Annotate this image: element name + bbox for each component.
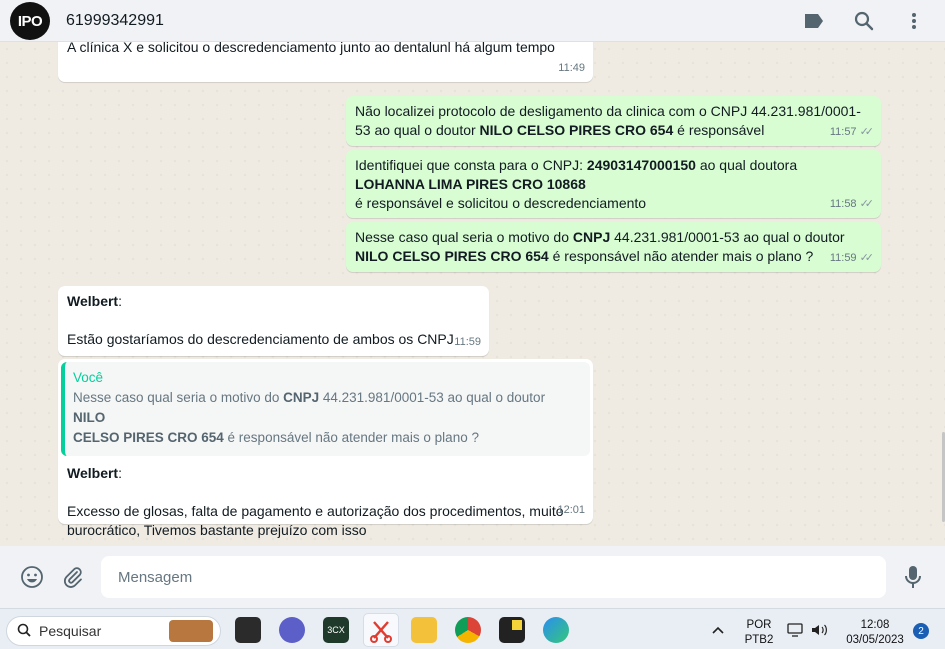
search-highlight-icon bbox=[169, 620, 213, 642]
message-time: 11:57 ✓✓ bbox=[830, 123, 875, 142]
message-incoming[interactable]: A clínica X e solicitou o descredenciame… bbox=[58, 42, 593, 82]
message-incoming-reply[interactable]: Você Nesse caso qual seria o motivo do C… bbox=[58, 359, 593, 538]
label-icon[interactable] bbox=[803, 10, 825, 32]
message-text: Identifiquei que consta para o CNPJ: 249… bbox=[355, 157, 798, 211]
attach-clip-icon[interactable] bbox=[60, 564, 86, 590]
message-text: Estão gostaríamos do descredenciamento d… bbox=[67, 331, 454, 347]
search-label: Pesquisar bbox=[39, 623, 102, 639]
message-outgoing[interactable]: Nesse caso qual seria o motivo do CNPJ 4… bbox=[346, 222, 881, 272]
message-input[interactable] bbox=[101, 556, 886, 598]
message-time: 12:01 bbox=[557, 504, 585, 516]
teams-icon[interactable] bbox=[279, 617, 305, 643]
chrome-icon[interactable] bbox=[455, 617, 481, 643]
message-sender: Welbert: bbox=[67, 293, 122, 309]
double-check-icon: ✓✓ bbox=[859, 198, 875, 210]
chat-header: IPO 61999342991 bbox=[0, 0, 945, 42]
quote-text: Nesse caso qual seria o motivo do CNPJ 4… bbox=[73, 390, 546, 445]
message-text: Não localizei protocolo de desligamento … bbox=[355, 103, 861, 138]
sticky-notes-icon[interactable] bbox=[499, 617, 525, 643]
3cx-icon[interactable]: 3CX bbox=[323, 617, 349, 643]
avatar-text: IPO bbox=[17, 12, 43, 30]
search-icon bbox=[17, 623, 31, 640]
tray-chevron-up-icon[interactable] bbox=[711, 622, 725, 640]
notification-badge[interactable]: 2 bbox=[913, 623, 929, 639]
quoted-message[interactable]: Você Nesse caso qual seria o motivo do C… bbox=[61, 362, 590, 456]
file-explorer-icon[interactable] bbox=[411, 617, 437, 643]
message-outgoing[interactable]: Não localizei protocolo de desligamento … bbox=[346, 96, 881, 146]
message-time: 11:58 ✓✓ bbox=[830, 195, 875, 214]
contact-avatar[interactable]: IPO bbox=[10, 2, 50, 40]
windows-taskbar: Pesquisar 3CX POR PTB2 12:08 03/05/2023 bbox=[0, 608, 945, 649]
microphone-icon[interactable] bbox=[900, 564, 926, 590]
double-check-icon: ✓✓ bbox=[859, 126, 875, 138]
system-clock[interactable]: 12:08 03/05/2023 bbox=[840, 618, 910, 648]
message-outgoing[interactable]: Identifiquei que consta para o CNPJ: 249… bbox=[346, 150, 881, 218]
contact-name[interactable]: 61999342991 bbox=[66, 12, 164, 30]
task-view-icon[interactable] bbox=[235, 617, 261, 643]
menu-icon[interactable] bbox=[903, 10, 925, 32]
double-check-icon: ✓✓ bbox=[859, 252, 875, 264]
display-icon[interactable] bbox=[787, 623, 803, 642]
message-text: Nesse caso qual seria o motivo do CNPJ 4… bbox=[355, 229, 845, 264]
snipping-tool-icon[interactable] bbox=[363, 613, 399, 647]
message-time: 11:59 bbox=[454, 336, 481, 348]
message-time: 11:49 bbox=[558, 62, 585, 74]
message-time: 11:59 ✓✓ bbox=[830, 249, 875, 268]
language-indicator[interactable]: POR PTB2 bbox=[742, 618, 776, 648]
edge-icon[interactable] bbox=[543, 617, 569, 643]
message-composer bbox=[0, 546, 945, 608]
search-icon[interactable] bbox=[853, 10, 875, 32]
taskbar-search[interactable]: Pesquisar bbox=[6, 616, 221, 646]
message-incoming[interactable]: Welbert: Estão gostaríamos do descredenc… bbox=[58, 286, 489, 356]
message-text: Excesso de glosas, falta de pagamento e … bbox=[67, 503, 564, 538]
message-text: A clínica X e solicitou o descredenciame… bbox=[67, 42, 555, 55]
emoji-icon[interactable] bbox=[19, 564, 45, 590]
chat-area[interactable]: A clínica X e solicitou o descredenciame… bbox=[0, 42, 945, 546]
volume-icon[interactable] bbox=[811, 623, 829, 642]
message-sender: Welbert: bbox=[67, 465, 122, 481]
quote-author: Você bbox=[73, 370, 104, 385]
